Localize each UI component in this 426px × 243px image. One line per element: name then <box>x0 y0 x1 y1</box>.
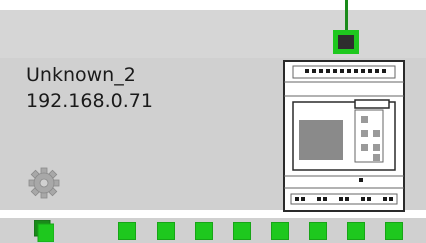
io-port-row <box>0 222 426 243</box>
io-port-indicator[interactable] <box>385 222 403 240</box>
io-port-indicator[interactable] <box>118 222 136 240</box>
io-port-indicator[interactable] <box>195 222 213 240</box>
device-name: Unknown_2 <box>26 64 136 86</box>
header-band <box>0 10 426 58</box>
io-port-indicator[interactable] <box>157 222 175 240</box>
network-device-node[interactable]: Unknown_2 192.168.0.71 <box>0 0 426 243</box>
io-port-indicator[interactable] <box>271 222 289 240</box>
network-link-line <box>345 0 348 30</box>
plc-device-icon[interactable] <box>283 60 405 212</box>
io-port-indicator[interactable] <box>233 222 251 240</box>
io-port-indicator[interactable] <box>309 222 327 240</box>
device-ip-address: 192.168.0.71 <box>26 90 153 112</box>
io-port-indicator[interactable] <box>347 222 365 240</box>
gear-icon[interactable] <box>27 166 61 200</box>
port-socket <box>338 35 354 49</box>
network-port-icon[interactable] <box>333 30 359 54</box>
